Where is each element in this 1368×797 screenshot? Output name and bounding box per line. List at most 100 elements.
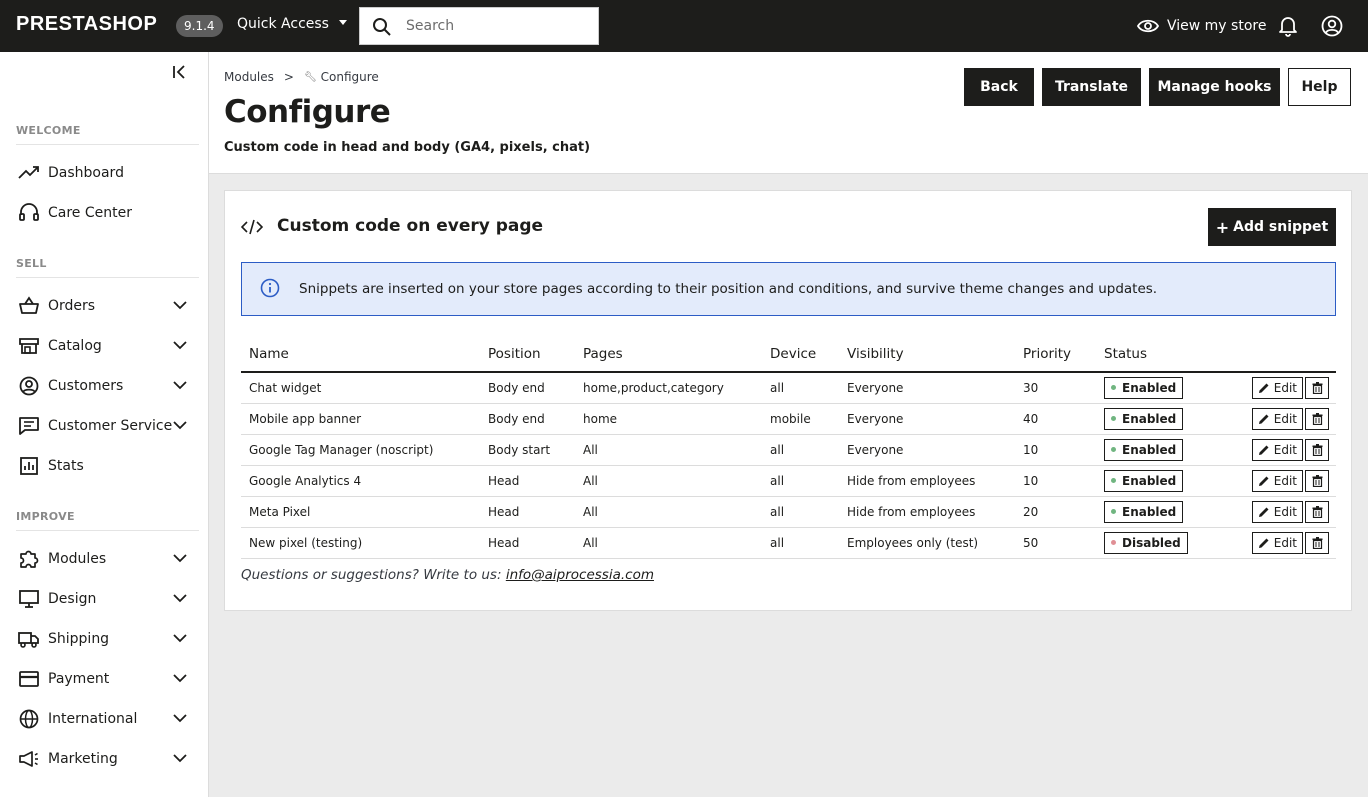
- chevron-down-icon: [173, 341, 187, 350]
- status-label: Enabled: [1122, 473, 1177, 488]
- column-header-pages[interactable]: Pages: [575, 336, 762, 373]
- cell-visibility: Employees only (test): [839, 527, 1015, 559]
- delete-button[interactable]: [1305, 531, 1329, 554]
- status-badge[interactable]: Enabled: [1104, 469, 1184, 492]
- cell-pages: All: [575, 496, 762, 528]
- trash-icon: [1312, 536, 1322, 549]
- sidebar-item-design[interactable]: Design: [0, 581, 208, 617]
- column-header-device[interactable]: Device: [762, 336, 839, 373]
- section-title-sell: SELL: [16, 257, 47, 270]
- help-button[interactable]: Help: [1288, 68, 1351, 106]
- cell-name: Chat widget: [241, 372, 480, 404]
- chevron-down-icon: [173, 554, 187, 563]
- sidebar-item-modules[interactable]: Modules: [0, 541, 208, 577]
- sidebar-item-label: Customer Service: [48, 418, 173, 434]
- chevron-down-icon: [173, 634, 187, 643]
- table-row: Google Tag Manager (noscript) Body start A…: [241, 434, 1336, 466]
- search-box[interactable]: [359, 7, 599, 45]
- edit-label: Edit: [1273, 380, 1297, 395]
- pencil-icon: [1258, 414, 1269, 424]
- cell-name: Mobile app banner: [241, 403, 480, 435]
- delete-button[interactable]: [1305, 376, 1329, 399]
- sidebar-item-orders[interactable]: Orders: [0, 288, 208, 324]
- divider: [16, 277, 199, 278]
- sidebar-item-stats[interactable]: Stats: [0, 448, 208, 484]
- version-badge: 9.1.4: [176, 15, 223, 37]
- status-badge[interactable]: Disabled: [1104, 531, 1188, 554]
- headset-icon: [19, 203, 39, 221]
- edit-button[interactable]: Edit: [1251, 407, 1303, 430]
- sidebar-item-international[interactable]: International: [0, 701, 208, 737]
- column-header-position[interactable]: Position: [480, 336, 575, 373]
- cell-position: Head: [480, 496, 575, 528]
- sidebar-item-customers[interactable]: Customers: [0, 368, 208, 404]
- column-header-status[interactable]: Status: [1096, 336, 1236, 373]
- cell-name: New pixel (testing): [241, 527, 480, 559]
- search-input[interactable]: [406, 8, 591, 44]
- sidebar-item-label: Dashboard: [48, 165, 124, 181]
- status-badge[interactable]: Enabled: [1104, 376, 1184, 399]
- chat-icon: [19, 417, 39, 435]
- edit-button[interactable]: Edit: [1251, 500, 1303, 523]
- status-label: Enabled: [1122, 411, 1177, 426]
- add-snippet-button[interactable]: + Add snippet: [1208, 208, 1336, 246]
- wrench-icon: 🔧︎: [303, 71, 317, 83]
- cell-visibility: Everyone: [839, 434, 1015, 466]
- quick-access-dropdown[interactable]: Quick Access: [237, 16, 347, 32]
- sidebar-item-payment[interactable]: Payment: [0, 661, 208, 697]
- section-title-welcome: WELCOME: [16, 124, 81, 137]
- status-dot-icon: [1111, 540, 1116, 545]
- user-account-icon[interactable]: [1321, 15, 1343, 41]
- footer-note: Questions or suggestions? Write to us: i…: [241, 567, 654, 583]
- manage-hooks-button[interactable]: Manage hooks: [1149, 68, 1280, 106]
- info-icon: [260, 278, 280, 298]
- delete-button[interactable]: [1305, 500, 1329, 523]
- sidebar-item-label: Orders: [48, 298, 96, 314]
- edit-button[interactable]: Edit: [1251, 531, 1303, 554]
- column-header-priority[interactable]: Priority: [1015, 336, 1096, 373]
- column-header-actions: [1236, 336, 1336, 373]
- delete-button[interactable]: [1305, 469, 1329, 492]
- sidebar-item-catalog[interactable]: Catalog: [0, 328, 208, 364]
- cell-status: Disabled: [1096, 527, 1236, 559]
- contact-email-link[interactable]: info@aiprocessia.com: [506, 567, 654, 583]
- sidebar-item-label: Care Center: [48, 205, 132, 221]
- sidebar-item-label: Catalog: [48, 338, 102, 354]
- delete-button[interactable]: [1305, 407, 1329, 430]
- cell-name: Google Tag Manager (noscript): [241, 434, 480, 466]
- edit-button[interactable]: Edit: [1251, 438, 1303, 461]
- column-header-name[interactable]: Name: [241, 336, 480, 373]
- edit-button[interactable]: Edit: [1251, 376, 1303, 399]
- status-badge[interactable]: Enabled: [1104, 407, 1184, 430]
- prestashop-logo[interactable]: PRESTASHOP: [16, 13, 157, 36]
- cell-position: Head: [480, 527, 575, 559]
- notifications-bell-icon[interactable]: [1278, 15, 1298, 41]
- chevron-down-icon: [173, 594, 187, 603]
- cell-device: all: [762, 372, 839, 404]
- status-badge[interactable]: Enabled: [1104, 438, 1184, 461]
- info-alert: Snippets are inserted on your store page…: [241, 262, 1336, 316]
- edit-button[interactable]: Edit: [1251, 469, 1303, 492]
- top-bar: PRESTASHOP 9.1.4 Quick Access View my st…: [0, 0, 1368, 52]
- edit-label: Edit: [1273, 411, 1297, 426]
- sidebar-item-shipping[interactable]: Shipping: [0, 621, 208, 657]
- sidebar-item-dashboard[interactable]: Dashboard: [0, 155, 208, 191]
- sidebar-item-marketing[interactable]: Marketing: [0, 741, 208, 777]
- back-button[interactable]: Back: [964, 68, 1034, 106]
- status-badge[interactable]: Enabled: [1104, 500, 1184, 523]
- delete-button[interactable]: [1305, 438, 1329, 461]
- cell-device: all: [762, 496, 839, 528]
- collapse-sidebar-icon[interactable]: [171, 64, 189, 84]
- breadcrumb-modules-link[interactable]: Modules: [224, 70, 274, 84]
- sidebar-item-customer-service[interactable]: Customer Service: [0, 408, 208, 444]
- caret-down-icon: [338, 19, 347, 25]
- sidebar-item-care-center[interactable]: Care Center: [0, 195, 208, 231]
- cell-pages: home,product,category: [575, 372, 762, 404]
- column-header-visibility[interactable]: Visibility: [839, 336, 1015, 373]
- puzzle-icon: [20, 550, 39, 568]
- view-store-link[interactable]: View my store: [1137, 15, 1266, 37]
- translate-button[interactable]: Translate: [1042, 68, 1141, 106]
- store-icon: [19, 338, 39, 354]
- quick-access-label: Quick Access: [237, 16, 329, 32]
- globe-icon: [19, 709, 39, 729]
